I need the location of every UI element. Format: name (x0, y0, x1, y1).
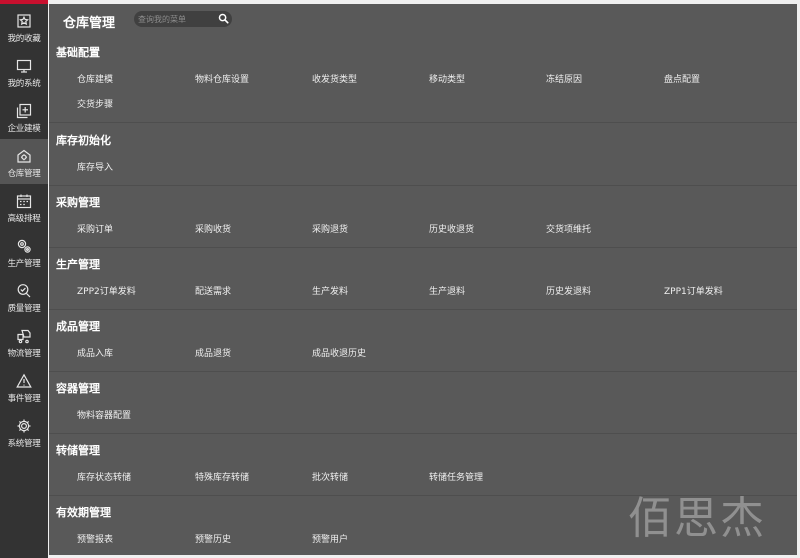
gear-icon (16, 418, 32, 434)
section-title: 基础配置 (56, 46, 100, 59)
sidebar-item-8[interactable]: 事件管理 (0, 364, 48, 409)
search-placeholder: 查询我的菜单 (138, 15, 186, 24)
search-input[interactable]: 查询我的菜单 (134, 11, 232, 27)
sidebar-item-label: 质量管理 (7, 304, 41, 314)
sidebar-item-1[interactable]: 我的系统 (0, 49, 48, 94)
menu-item[interactable]: 交货项维托 (546, 222, 591, 235)
sidebar-item-label: 事件管理 (7, 394, 41, 404)
section-divider (49, 247, 797, 248)
menu-item[interactable]: 盘点配置 (664, 72, 700, 85)
calendar-icon (16, 193, 32, 209)
section-divider (49, 122, 797, 123)
quality-icon (16, 283, 32, 299)
sidebar-item-label: 生产管理 (7, 259, 41, 269)
menu-item[interactable]: 冻结原因 (546, 72, 582, 85)
menu-item[interactable]: 预警报表 (77, 532, 113, 545)
menu-item[interactable]: 预警用户 (312, 532, 348, 545)
menu-panel: 仓库管理 查询我的菜单 基础配置仓库建模 物料仓库设置 收发货类型 移动类型 冻结原因 盘… (49, 4, 797, 555)
section-divider (49, 371, 797, 372)
menu-item[interactable]: 库存状态转储 (77, 470, 131, 483)
sidebar-item-label: 仓库管理 (7, 169, 41, 179)
sidebar-item-label: 物流管理 (7, 349, 41, 359)
sidebar-item-0[interactable]: 我的收藏 (0, 4, 48, 49)
sidebar-item-7[interactable]: 物流管理 (0, 319, 48, 364)
gears-icon (16, 238, 32, 254)
menu-item[interactable]: 库存导入 (77, 160, 113, 173)
menu-item[interactable]: 生产发料 (312, 284, 348, 297)
section-title: 库存初始化 (56, 134, 111, 147)
section-title: 有效期管理 (56, 506, 111, 519)
sidebar-item-4[interactable]: 高级排程 (0, 184, 48, 229)
search-icon[interactable] (218, 13, 229, 24)
menu-item[interactable]: ZPP2订单发料 (77, 284, 136, 297)
menu-item[interactable]: 历史发退料 (546, 284, 591, 297)
section-title: 生产管理 (56, 258, 100, 271)
sidebar-item-label: 企业建模 (7, 124, 41, 134)
menu-item[interactable]: 采购退货 (312, 222, 348, 235)
section-divider (49, 309, 797, 310)
menu-item[interactable]: 转储任务管理 (429, 470, 483, 483)
sidebar-item-5[interactable]: 生产管理 (0, 229, 48, 274)
menu-item[interactable]: 物料仓库设置 (195, 72, 249, 85)
menu-item[interactable]: 交货步骤 (77, 97, 113, 110)
menu-item[interactable]: 收发货类型 (312, 72, 357, 85)
menu-item[interactable]: 配送需求 (195, 284, 231, 297)
sidebar-item-9[interactable]: 系统管理 (0, 409, 48, 454)
monitor-icon (16, 58, 32, 74)
menu-item[interactable]: 批次转储 (312, 470, 348, 483)
section-title: 转储管理 (56, 444, 100, 457)
sidebar-item-6[interactable]: 质量管理 (0, 274, 48, 319)
warehouse-icon (16, 148, 32, 164)
menu-item[interactable]: ZPP1订单发料 (664, 284, 723, 297)
section-title: 容器管理 (56, 382, 100, 395)
menu-item[interactable]: 成品入库 (77, 346, 113, 359)
section-title: 成品管理 (56, 320, 100, 333)
add-box-icon (16, 103, 32, 119)
menu-item[interactable]: 采购订单 (77, 222, 113, 235)
menu-item[interactable]: 预警历史 (195, 532, 231, 545)
menu-item[interactable]: 特殊库存转储 (195, 470, 249, 483)
sidebar-item-label: 系统管理 (7, 439, 41, 449)
section-divider (49, 185, 797, 186)
menu-item[interactable]: 物料容器配置 (77, 408, 131, 421)
sidebar: 我的收藏我的系统企业建模仓库管理高级排程生产管理质量管理物流管理事件管理系统管理 (0, 0, 48, 558)
logistics-icon (16, 328, 32, 344)
menu-item[interactable]: 采购收货 (195, 222, 231, 235)
star-icon (16, 13, 32, 29)
watermark-logo: 佰思杰 (628, 493, 766, 544)
menu-item[interactable]: 仓库建模 (77, 72, 113, 85)
section-divider (49, 433, 797, 434)
section-title: 采购管理 (56, 196, 100, 209)
sidebar-item-2[interactable]: 企业建模 (0, 94, 48, 139)
menu-item[interactable]: 移动类型 (429, 72, 465, 85)
menu-item[interactable]: 生产退料 (429, 284, 465, 297)
sidebar-item-label: 高级排程 (7, 214, 41, 224)
menu-item[interactable]: 历史收退货 (429, 222, 474, 235)
warning-icon (16, 373, 32, 389)
menu-item[interactable]: 成品退货 (195, 346, 231, 359)
sidebar-item-label: 我的收藏 (7, 34, 41, 44)
menu-item[interactable]: 成品收退历史 (312, 346, 366, 359)
sidebar-item-3[interactable]: 仓库管理 (0, 139, 48, 184)
panel-title: 仓库管理 (63, 16, 116, 31)
sidebar-item-label: 我的系统 (7, 79, 41, 89)
